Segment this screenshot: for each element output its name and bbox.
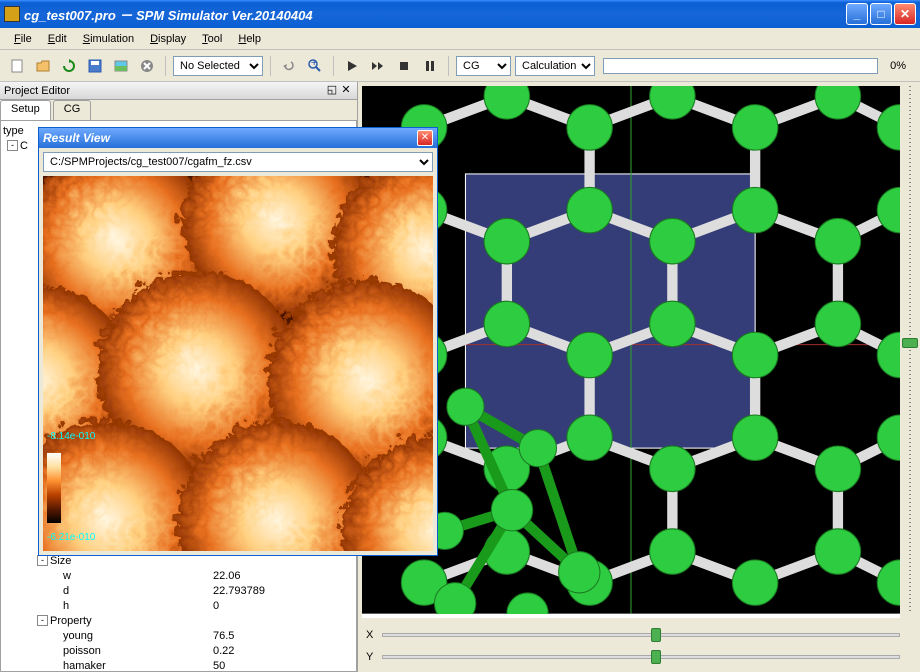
result-file-combo[interactable]: C:/SPMProjects/cg_test007/cgafm_fz.csv [43,152,433,172]
x-axis-label: X [366,629,382,641]
menu-edit[interactable]: Edit [40,31,75,47]
view3d-panel: Z [358,82,920,672]
tree-row-hamaker: hamaker50 [3,658,354,672]
panel-close-button[interactable]: ✕ [339,84,353,98]
result-view-title: Result View [43,131,417,145]
tree-row-d: d22.793789 [3,583,354,598]
menu-tool[interactable]: Tool [194,31,230,47]
dock-button[interactable]: ◱ [325,84,339,98]
expander-icon[interactable]: - [7,140,18,151]
panel-title: Project Editor [4,85,325,97]
zoom-button[interactable]: + [304,55,326,77]
menu-help[interactable]: Help [230,31,269,47]
result-view-window[interactable]: Result View ✕ C:/SPMProjects/cg_test007/… [38,127,438,556]
tree-row-h: h0 [3,598,354,613]
y-axis-label: Y [366,651,382,663]
fastforward-button[interactable] [367,55,389,77]
toolbar: No Selected + CG Calculation 0% [0,50,920,82]
mode-combo[interactable]: CG [456,56,511,76]
tab-cg[interactable]: CG [53,100,92,120]
menu-display[interactable]: Display [142,31,194,47]
scale-bottom-label: -6.21e-010 [47,532,95,543]
scale-top-label: -8.14e-010 [47,431,95,442]
stop-button[interactable] [393,55,415,77]
xy-sliders: X Y [358,622,920,672]
maximize-button[interactable]: □ [870,3,892,25]
tab-setup[interactable]: Setup [0,100,51,120]
y-slider[interactable] [382,655,900,659]
progress-text: 0% [882,60,914,72]
panel-header: Project Editor ◱ ✕ [0,82,357,100]
menu-simulation[interactable]: Simulation [75,31,142,47]
menu-bar: File Edit Simulation Display Tool Help [0,28,920,50]
new-button[interactable] [6,55,28,77]
close-button[interactable]: ✕ [894,3,916,25]
z-slider-thumb[interactable] [902,338,918,348]
view3d-canvas[interactable] [362,86,900,618]
expander-icon[interactable]: - [37,555,48,566]
tree-row-young: young76.5 [3,628,354,643]
afm-heightmap [43,176,433,551]
window-titlebar: cg_test007.pro － SPM Simulator Ver.20140… [0,0,920,28]
delete-button[interactable] [136,55,158,77]
save-button[interactable] [84,55,106,77]
image-button[interactable] [110,55,132,77]
svg-text:+: + [311,58,317,69]
app-icon [4,6,20,22]
x-slider-thumb[interactable] [651,628,661,642]
window-title: cg_test007.pro － SPM Simulator Ver.20140… [24,5,846,24]
z-slider[interactable] [902,86,918,612]
result-view-titlebar[interactable]: Result View ✕ [39,128,437,148]
calc-combo[interactable]: Calculation [515,56,595,76]
colorbar [47,453,61,523]
tree-row-poisson: poisson0.22 [3,643,354,658]
open-button[interactable] [32,55,54,77]
tabs: Setup CG [0,100,357,120]
tree-node-property: -Property [3,613,354,628]
result-image[interactable]: -8.14e-010 -6.21e-010 [43,176,433,551]
menu-file[interactable]: File [6,31,40,47]
pause-button[interactable] [419,55,441,77]
play-button[interactable] [341,55,363,77]
molecule-render [362,86,900,614]
refresh-button[interactable] [58,55,80,77]
y-slider-thumb[interactable] [651,650,661,664]
undo-button[interactable] [278,55,300,77]
progress-bar [603,58,878,74]
expander-icon[interactable]: - [37,615,48,626]
tree-row-w: w22.06 [3,568,354,583]
result-view-close-button[interactable]: ✕ [417,130,433,146]
x-slider[interactable] [382,633,900,637]
minimize-button[interactable]: _ [846,3,868,25]
selection-combo[interactable]: No Selected [173,56,263,76]
